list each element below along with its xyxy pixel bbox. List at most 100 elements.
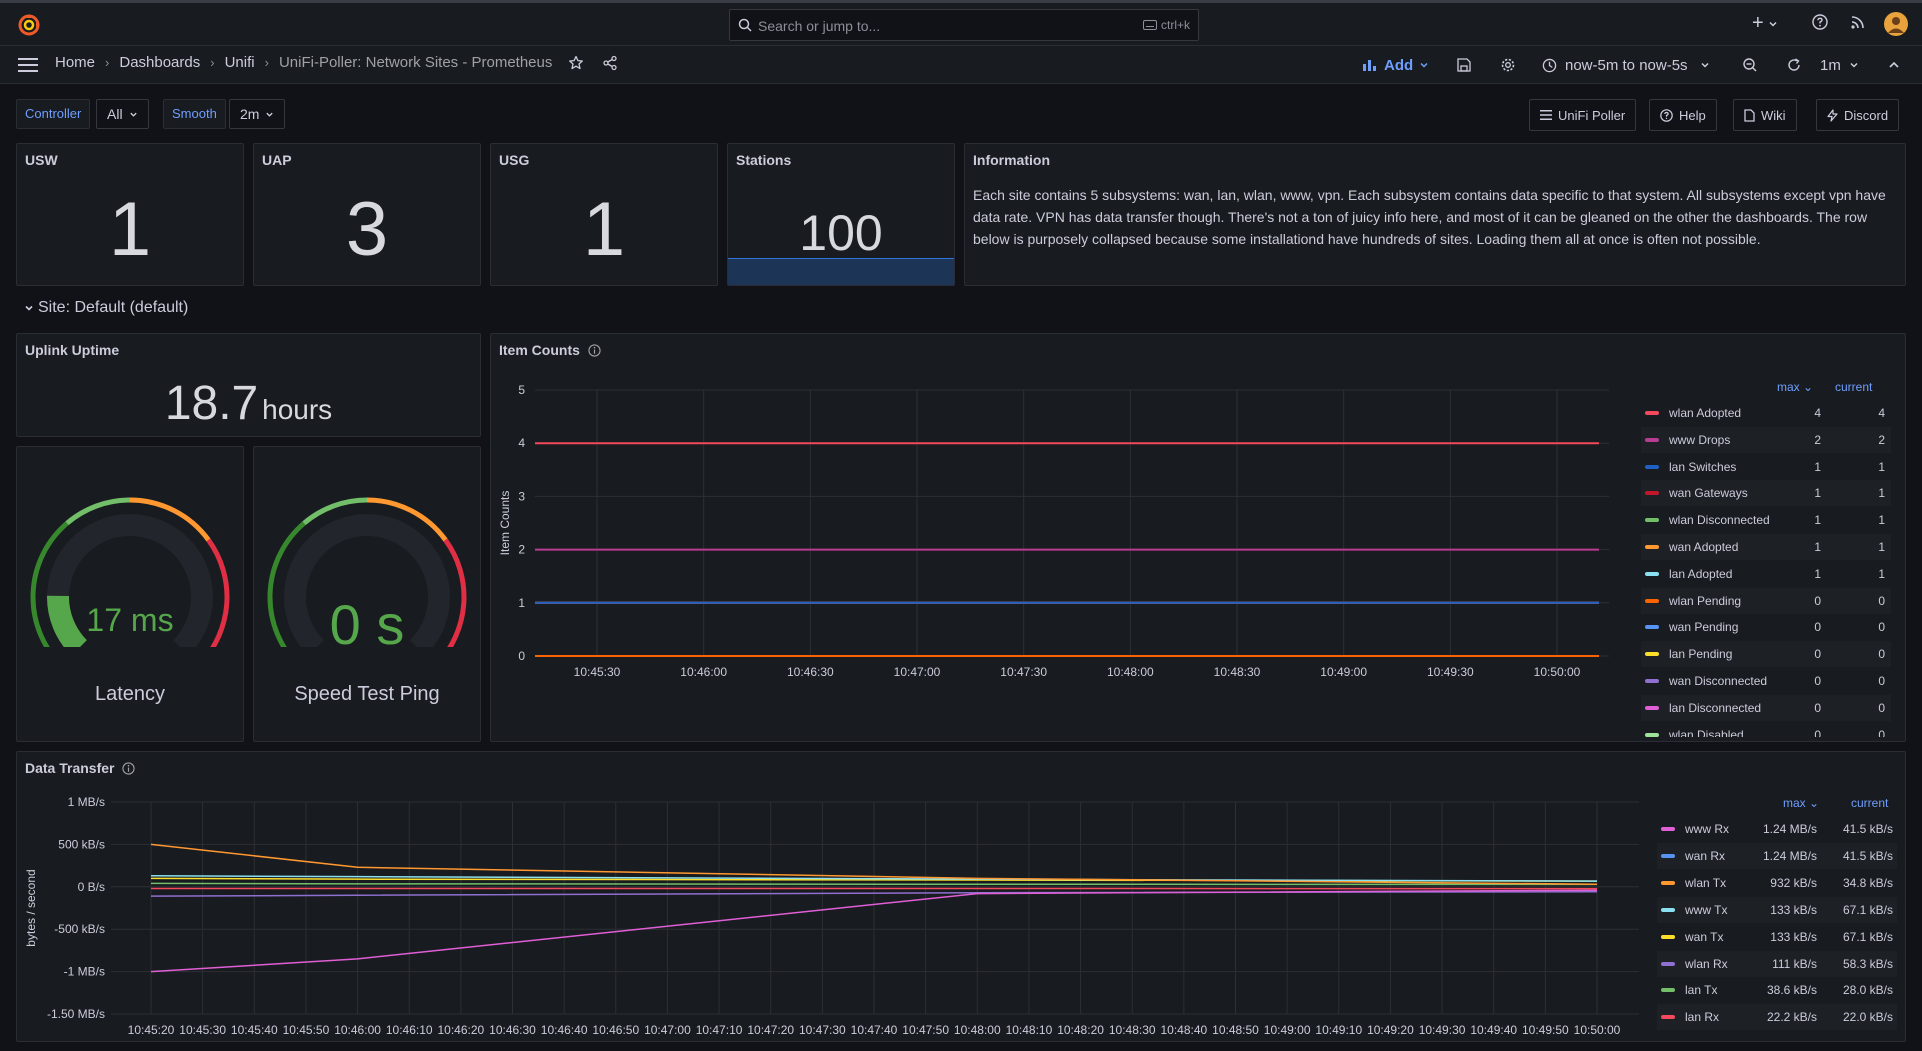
y-tick-label: 4 [518, 436, 525, 450]
legend-item[interactable]: lan Adopted 1 1 [1641, 561, 1891, 587]
legend-item[interactable]: wlan Adopted 4 4 [1641, 400, 1891, 426]
legend-current: 4 [1878, 406, 1885, 420]
legend-swatch [1645, 732, 1659, 737]
information-panel: Information Each site contains 5 subsyst… [964, 143, 1906, 286]
avatar[interactable] [1884, 12, 1908, 36]
legend-item[interactable]: www Tx 133 kB/s 67.1 kB/s [1657, 896, 1897, 923]
time-range-picker[interactable]: now-5m to now-5s [1542, 53, 1710, 77]
controller-variable-label: Controller [16, 99, 91, 129]
help-icon[interactable] [1812, 14, 1828, 30]
add-label: Add [1384, 56, 1414, 74]
panel-title: USW [25, 152, 58, 168]
legend-label: www Tx [1685, 902, 1728, 917]
legend-item[interactable]: wlan Disabled 0 0 [1641, 722, 1891, 737]
legend-label: wan Rx [1685, 848, 1726, 863]
link-unifi-poller[interactable]: UniFi Poller [1529, 99, 1637, 131]
breadcrumb-home[interactable]: Home [55, 54, 95, 71]
data-transfer-panel: Data Transfer 1 MB/s 500 kB/s 0 B/s -500 kB… [16, 751, 1906, 1042]
breadcrumb-dashboards[interactable]: Dashboards [119, 54, 200, 71]
item-counts-panel: Item Counts 0 1 2 3 4 5 10:45:30 10:46:00 10:46:… [490, 333, 1906, 742]
gear-icon[interactable] [1500, 57, 1516, 73]
grafana-logo-icon[interactable] [16, 12, 42, 38]
search-input[interactable]: Search or jump to... ctrl+k [729, 9, 1199, 41]
breadcrumb-separator: › [210, 55, 215, 70]
legend-max-header[interactable]: max ⌄ [1783, 796, 1819, 810]
legend-item[interactable]: lan Switches 1 1 [1641, 454, 1891, 480]
new-dropdown-button[interactable]: + [1752, 12, 1778, 35]
legend-current: 0 [1878, 674, 1885, 688]
legend-max: 133 kB/s [1770, 929, 1817, 944]
legend-current: 0 [1878, 700, 1885, 715]
refresh-icon[interactable] [1786, 57, 1802, 73]
add-button[interactable]: Add [1362, 53, 1429, 77]
x-tick-label: 10:45:20 [128, 1023, 175, 1037]
data-transfer-chart[interactable]: 1 MB/s 500 kB/s 0 B/s -500 kB/s -1 MB/s -1.50… [17, 786, 1657, 1040]
legend-label: lan Switches [1669, 459, 1737, 474]
x-tick-label: 10:47:00 [644, 1023, 691, 1037]
link-wiki[interactable]: Wiki [1733, 99, 1797, 131]
legend-item[interactable]: lan Tx 38.6 kB/s 28.0 kB/s [1657, 977, 1897, 1003]
info-icon[interactable] [122, 761, 136, 775]
link-help[interactable]: Help [1649, 99, 1717, 131]
x-tick-label: 10:47:40 [851, 1023, 898, 1037]
legend-item[interactable]: lan Disconnected 0 0 [1641, 694, 1891, 721]
legend-current-header[interactable]: current [1851, 796, 1888, 810]
legend-max-header[interactable]: max ⌄ [1777, 380, 1813, 394]
site-row-header[interactable]: Site: Default (default) [24, 299, 188, 317]
x-tick-label: 10:46:20 [437, 1023, 484, 1037]
star-icon[interactable] [568, 55, 584, 71]
controller-select[interactable]: All [96, 99, 149, 129]
legend-item[interactable]: wan Pending 0 0 [1641, 614, 1891, 640]
share-icon[interactable] [602, 55, 618, 71]
legend-item[interactable]: wan Rx 1.24 MB/s 41.5 kB/s [1657, 842, 1897, 869]
y-tick-label: -1 MB/s [64, 965, 105, 979]
x-tick-label: 10:47:10 [696, 1023, 743, 1037]
zoom-out-icon[interactable] [1742, 57, 1758, 73]
legend-current-header[interactable]: current [1835, 380, 1872, 394]
x-tick-label: 10:49:10 [1315, 1023, 1362, 1037]
legend-item[interactable]: wlan Tx 932 kB/s 34.8 kB/s [1657, 870, 1897, 896]
menu-icon[interactable] [18, 57, 38, 73]
info-icon[interactable] [588, 343, 601, 357]
legend-swatch [1661, 880, 1675, 885]
legend-current: 1 [1878, 486, 1885, 501]
link-discord[interactable]: Discord [1816, 99, 1900, 131]
chevron-up-icon[interactable] [1888, 59, 1900, 71]
legend-item[interactable]: wan Gateways 1 1 [1641, 480, 1891, 507]
legend-item[interactable]: www Drops 2 2 [1641, 426, 1891, 453]
refresh-interval-picker[interactable]: 1m [1820, 53, 1859, 77]
legend-item[interactable]: lan Pending 0 0 [1641, 641, 1891, 668]
legend-max: 133 kB/s [1770, 902, 1817, 917]
legend-item[interactable]: wan Disconnected 0 0 [1641, 668, 1891, 694]
legend-item[interactable]: wan Adopted 1 1 [1641, 534, 1891, 560]
uap-value: 3 [345, 187, 389, 272]
y-tick-label: 1 MB/s [68, 795, 105, 809]
legend-item[interactable]: wlan Rx 111 kB/s 58.3 kB/s [1657, 950, 1897, 977]
news-rss-icon[interactable] [1850, 14, 1866, 30]
legend-item[interactable]: wlan Pending 0 0 [1641, 587, 1891, 614]
legend-max: 1 [1814, 566, 1821, 581]
legend-current: 1 [1878, 566, 1885, 581]
legend-swatch [1645, 437, 1659, 442]
legend-max: 1 [1814, 486, 1821, 501]
save-icon[interactable] [1456, 57, 1472, 73]
legend-max: 0 [1814, 593, 1821, 608]
legend-item[interactable]: wan Tx 133 kB/s 67.1 kB/s [1657, 924, 1897, 950]
smooth-select[interactable]: 2m [229, 99, 286, 129]
legend-label: wan Tx [1685, 929, 1724, 944]
legend-current: 0 [1878, 727, 1885, 737]
y-tick-label: 3 [518, 489, 525, 503]
x-tick-label: 10:49:30 [1427, 665, 1474, 679]
legend-item[interactable]: lan Rx 22.2 kB/s 22.0 kB/s [1657, 1004, 1897, 1031]
legend-item[interactable]: www Rx 1.24 MB/s 41.5 kB/s [1657, 816, 1897, 842]
legend-item[interactable]: wlan Disconnected 1 1 [1641, 507, 1891, 533]
item-counts-chart[interactable]: 0 1 2 3 4 5 10:45:30 10:46:00 10:46:30 10:47:00 10… [491, 370, 1641, 740]
legend-current: 22.0 kB/s [1842, 1010, 1893, 1025]
chevron-down-icon [1850, 62, 1858, 68]
legend-max: 932 kB/s [1770, 875, 1817, 890]
breadcrumb-unifi[interactable]: Unifi [225, 54, 255, 71]
legend-swatch [1645, 545, 1659, 549]
y-axis-label: bytes / second [24, 869, 38, 946]
clock-icon [1542, 58, 1557, 72]
uplink-uptime-panel: Uplink Uptime 18.7 hours [16, 333, 481, 437]
